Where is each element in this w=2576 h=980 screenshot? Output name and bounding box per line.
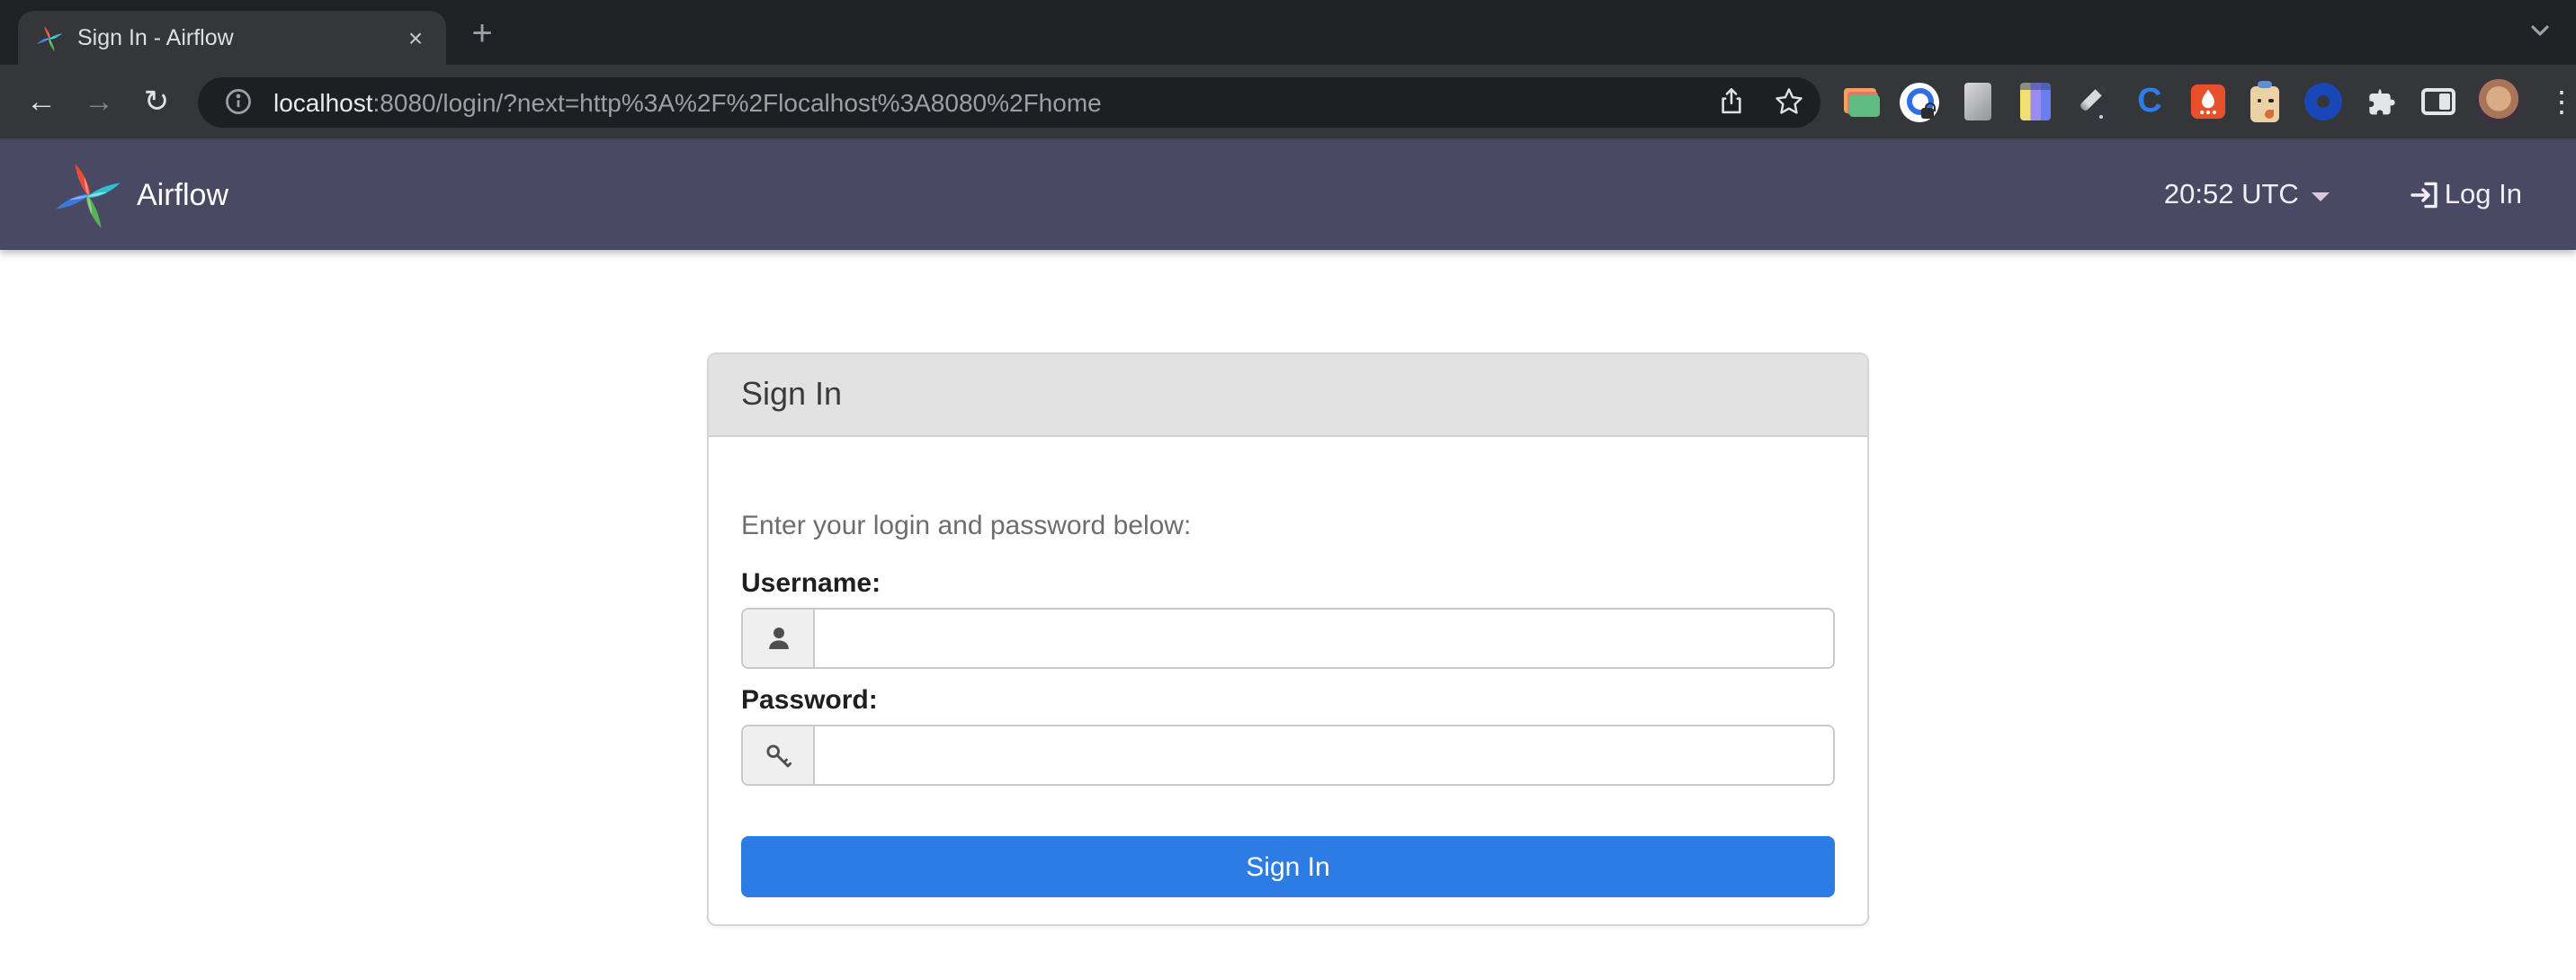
password-input-group	[741, 725, 1835, 786]
browser-menu-icon[interactable]: ⋮	[2540, 76, 2576, 127]
password-label: Password:	[741, 685, 878, 716]
extensions-row: C ⋮	[1842, 76, 2576, 127]
puzzle-extensions-icon[interactable]	[2360, 82, 2400, 121]
address-bar[interactable]: localhost:8080/login/?next=http%3A%2F%2F…	[198, 76, 1820, 127]
pen-extension-icon[interactable]	[2072, 82, 2112, 121]
url-text[interactable]: localhost:8080/login/?next=http%3A%2F%2F…	[273, 87, 1695, 116]
password-manager-extension-icon[interactable]	[1900, 82, 1939, 121]
new-tab-button[interactable]: +	[457, 9, 507, 59]
profile-avatar[interactable]	[2475, 78, 2522, 125]
flame-extension-icon[interactable]	[2187, 82, 2227, 121]
tab-search-chevron-icon[interactable]	[2526, 16, 2554, 54]
pet-extension-icon[interactable]	[2245, 80, 2285, 121]
navbar-login-link[interactable]: Log In	[2409, 178, 2522, 212]
back-button[interactable]: ←	[14, 75, 68, 129]
notes-extension-icon[interactable]	[1957, 82, 1997, 121]
brand-label: Airflow	[137, 177, 229, 211]
signin-form: Enter your login and password below: Use…	[709, 437, 1867, 924]
bookmark-star-icon[interactable]	[1767, 80, 1810, 123]
caret-down-icon	[2311, 192, 2330, 201]
username-label: Username:	[741, 568, 881, 599]
login-label: Log In	[2444, 179, 2522, 209]
browser-window: Sign In - Airflow × + ← → ↻ localhost:80…	[0, 0, 2576, 980]
page-body: Sign In Enter your login and password be…	[0, 250, 2576, 980]
tab-title: Sign In - Airflow	[77, 25, 234, 50]
url-path: :8080/login/?next=http%3A%2F%2Flocalhost…	[372, 87, 1102, 116]
sign-in-button[interactable]: Sign In	[741, 836, 1835, 897]
c-logo-extension-icon[interactable]: C	[2130, 82, 2169, 121]
password-input[interactable]	[815, 726, 1833, 784]
side-panel-icon[interactable]	[2418, 82, 2457, 121]
user-icon	[743, 610, 815, 667]
tab-close-icon[interactable]: ×	[399, 22, 432, 54]
url-host: localhost	[273, 87, 373, 116]
timezone-dropdown[interactable]: 20:52 UTC	[2164, 179, 2330, 211]
username-input-group	[741, 608, 1835, 669]
forward-button[interactable]: →	[72, 75, 126, 129]
airflow-brand[interactable]: Airflow	[54, 161, 228, 229]
signin-card: Sign In Enter your login and password be…	[707, 352, 1869, 926]
tab-strip: Sign In - Airflow × +	[0, 0, 2576, 65]
reload-button[interactable]: ↻	[130, 75, 183, 129]
card-title: Sign In	[709, 354, 1867, 437]
airflow-logo-icon	[56, 163, 121, 227]
blue-ring-extension-icon[interactable]	[2303, 82, 2342, 121]
form-intro-text: Enter your login and password below:	[741, 511, 1192, 541]
key-icon	[743, 726, 815, 784]
browser-toolbar: ← → ↻ localhost:8080/login/?next=http%3A…	[0, 65, 2576, 140]
username-input[interactable]	[815, 610, 1833, 667]
clock-label: 20:52 UTC	[2163, 179, 2299, 209]
spreadsheet-extension-icon[interactable]	[2015, 82, 2054, 121]
browser-tab[interactable]: Sign In - Airflow ×	[18, 11, 446, 65]
sign-in-arrow-icon	[2411, 182, 2437, 209]
share-icon[interactable]	[1709, 80, 1752, 123]
airflow-favicon-icon	[36, 24, 63, 51]
folder-extension-icon[interactable]	[1842, 82, 1882, 121]
site-info-icon[interactable]	[216, 80, 259, 123]
navbar-right: 20:52 UTC Log In	[2164, 178, 2522, 212]
airflow-navbar: Airflow 20:52 UTC Log In	[0, 140, 2576, 250]
